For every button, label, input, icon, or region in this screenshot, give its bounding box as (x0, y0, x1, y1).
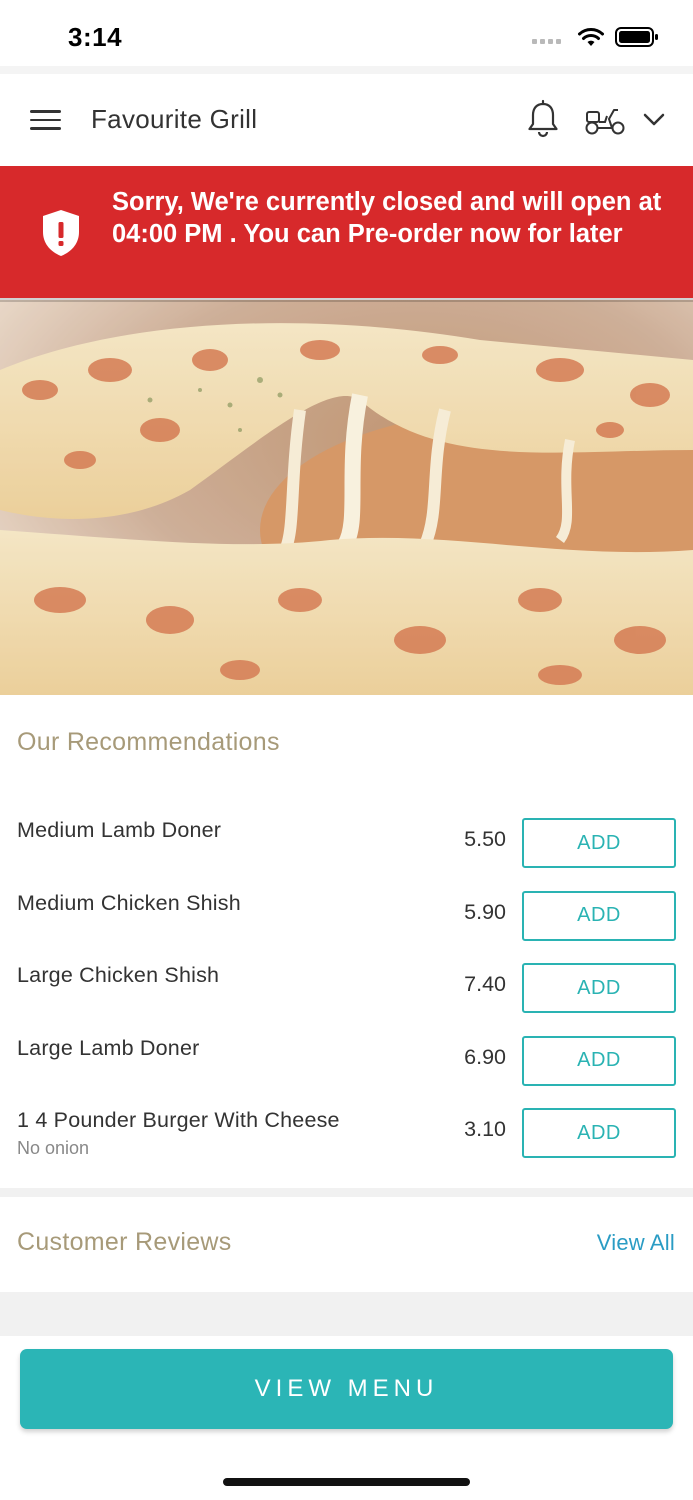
list-item: Large Chicken Shish 7.40 ADD (0, 953, 693, 1026)
menu-icon[interactable] (30, 110, 61, 130)
list-item: Large Lamb Doner 6.90 ADD (0, 1026, 693, 1099)
recommendations-list: Medium Lamb Doner 5.50 ADD Medium Chicke… (0, 808, 693, 1171)
chevron-down-icon[interactable] (642, 110, 666, 128)
shield-alert-icon (43, 210, 79, 256)
list-item: Medium Lamb Doner 5.50 ADD (0, 808, 693, 881)
item-price: 6.90 (464, 1044, 506, 1069)
battery-icon (615, 27, 658, 47)
item-price: 3.10 (464, 1117, 506, 1141)
customer-reviews-section: Customer Reviews View All (0, 1197, 693, 1292)
section-divider (0, 1292, 693, 1336)
restaurant-title: Favourite Grill (91, 104, 258, 134)
add-button[interactable]: ADD (522, 818, 676, 868)
closed-notice-banner: Sorry, We're currently closed and will o… (0, 166, 693, 298)
item-price: 5.90 (464, 899, 506, 924)
item-price: 5.50 (464, 827, 506, 851)
bell-icon[interactable] (526, 99, 560, 139)
item-name: Medium Lamb Doner (17, 818, 222, 842)
item-name: Large Chicken Shish (17, 963, 220, 987)
closed-message: Sorry, We're currently closed and will o… (112, 188, 662, 248)
item-name: Medium Chicken Shish (17, 890, 241, 915)
cellular-signal-icon (532, 30, 561, 44)
bottom-bar: VIEW MENU (0, 1336, 693, 1500)
item-price: 7.40 (464, 972, 506, 996)
wifi-icon (578, 28, 604, 46)
add-button[interactable]: ADD (522, 1108, 676, 1158)
item-note: No onion (17, 1138, 90, 1158)
status-indicators (532, 26, 659, 48)
status-time: 3:14 (68, 22, 123, 52)
view-all-link[interactable]: View All (597, 1230, 675, 1256)
reviews-title: Customer Reviews (17, 1228, 232, 1256)
recommendations-title: Our Recommendations (17, 728, 280, 756)
header-separator (0, 66, 693, 74)
add-button[interactable]: ADD (522, 963, 676, 1013)
list-item: 1 4 Pounder Burger With Cheese No onion … (0, 1098, 693, 1171)
item-name: Large Lamb Doner (17, 1035, 200, 1060)
home-indicator[interactable] (223, 1478, 470, 1486)
hero-image (0, 300, 693, 695)
status-bar: 3:14 (0, 0, 693, 70)
add-button[interactable]: ADD (522, 1035, 676, 1086)
list-item: Medium Chicken Shish 5.90 ADD (0, 881, 693, 954)
item-name: 1 4 Pounder Burger With Cheese (17, 1108, 340, 1132)
app-header: Favourite Grill (0, 74, 693, 166)
banner-shadow (0, 298, 693, 302)
add-button[interactable]: ADD (522, 890, 676, 941)
delivery-scooter-icon[interactable] (583, 104, 627, 136)
section-divider (0, 1188, 693, 1197)
view-menu-button[interactable]: VIEW MENU (20, 1349, 673, 1429)
